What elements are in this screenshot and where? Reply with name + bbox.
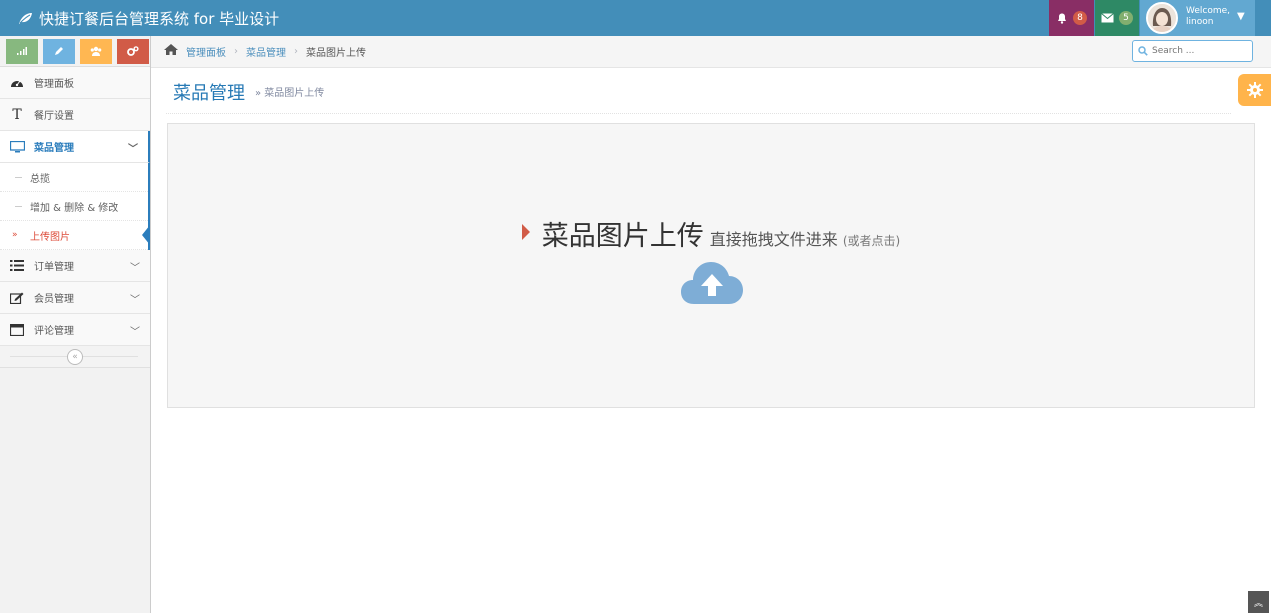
avatar xyxy=(1146,2,1178,34)
sidebar-item-label: 餐厅设置 xyxy=(34,111,74,122)
shortcut-cogs-button[interactable] xyxy=(117,38,149,64)
text-icon: T xyxy=(12,106,22,123)
search-icon xyxy=(1138,46,1148,56)
page-title: 菜品管理 xyxy=(173,82,245,104)
sidebar-subitem-upload-images[interactable]: » 上传图片 xyxy=(0,221,150,250)
caret-down-icon: ▼ xyxy=(1237,11,1245,22)
sidebar-subitem-label: 上传图片 xyxy=(30,231,70,243)
chevron-down-icon: ﹀ xyxy=(128,144,138,155)
user-menu-button[interactable]: Welcome, linoon ▼ xyxy=(1140,0,1255,36)
dropzone-hint: 直接拖拽文件进来 xyxy=(709,230,838,249)
gear-icon xyxy=(1246,82,1263,98)
sidebar-item-restaurant-settings[interactable]: T 餐厅设置 xyxy=(0,99,150,131)
shortcut-group-button[interactable] xyxy=(80,38,112,64)
chevron-right-icon: › xyxy=(294,46,298,57)
sidebar-item-label: 评论管理 xyxy=(34,326,74,337)
leaf-icon xyxy=(19,12,32,24)
sidebar-subitem-add-delete-edit[interactable]: 增加 & 删除 & 修改 xyxy=(0,192,148,221)
sidebar-item-orders[interactable]: 订单管理 ﹀ xyxy=(0,250,150,282)
double-angle-right-icon: » xyxy=(12,230,18,240)
user-name: linoon xyxy=(1186,17,1214,27)
chevron-down-icon: ﹀ xyxy=(130,295,140,306)
signal-icon xyxy=(17,47,27,55)
sidebar-subitem-label: 总揽 xyxy=(30,173,50,185)
sidebar-collapse: « xyxy=(0,346,150,368)
breadcrumb-home-link[interactable]: 管理面板 xyxy=(186,44,226,59)
double-angle-up-icon: ︽ xyxy=(1253,598,1263,609)
messages-count-badge: 5 xyxy=(1119,11,1133,25)
user-info: Welcome, linoon xyxy=(1186,6,1230,28)
desktop-icon xyxy=(0,140,34,153)
cogs-icon xyxy=(127,46,139,56)
sidebar-item-dishes[interactable]: 菜品管理 ﹀ xyxy=(0,131,150,163)
image-upload-dropzone[interactable]: 菜品图片上传 直接拖拽文件进来 (或者点击) xyxy=(167,123,1255,408)
brand[interactable]: 快捷订餐后台管理系统 for 毕业设计 xyxy=(18,0,279,36)
search-box xyxy=(1132,40,1253,62)
sidebar-shortcuts xyxy=(0,36,150,67)
list-icon xyxy=(0,260,34,271)
pencil-icon xyxy=(55,47,63,55)
notifications-button[interactable]: 8 xyxy=(1049,0,1094,36)
breadcrumb-current: 菜品图片上传 xyxy=(306,48,366,59)
chevron-down-icon: ﹀ xyxy=(130,263,140,274)
bell-icon xyxy=(1058,13,1066,24)
messages-button[interactable]: 5 xyxy=(1095,0,1139,36)
top-navbar: 快捷订餐后台管理系统 for 毕业设计 8 5 Welcome, linoon xyxy=(0,0,1271,36)
home-icon[interactable] xyxy=(164,44,178,59)
app-title: 快捷订餐后台管理系统 for 毕业设计 xyxy=(39,9,280,28)
dropzone-title: 菜品图片上传 xyxy=(541,221,704,252)
calendar-icon xyxy=(0,323,34,336)
dropzone-alt-hint: (或者点击) xyxy=(842,234,901,248)
sidebar-item-dashboard[interactable]: 管理面板 xyxy=(0,67,150,99)
sidebar-collapse-button[interactable]: « xyxy=(67,349,83,365)
page-header: 菜品管理 » 菜品图片上传 xyxy=(166,70,1231,114)
breadcrumb: 管理面板 › 菜品管理 › 菜品图片上传 xyxy=(151,36,1271,68)
breadcrumb-section-link[interactable]: 菜品管理 xyxy=(246,44,286,59)
sidebar-subitem-label: 增加 & 删除 & 修改 xyxy=(30,202,119,214)
active-pointer-icon xyxy=(142,225,150,245)
group-icon xyxy=(90,46,102,56)
dashboard-icon xyxy=(0,77,34,88)
settings-toggle-button[interactable] xyxy=(1238,74,1271,106)
envelope-icon xyxy=(1101,13,1114,23)
sidebar-item-label: 菜品管理 xyxy=(34,143,74,154)
chevron-right-icon: › xyxy=(234,46,238,57)
shortcut-pencil-button[interactable] xyxy=(43,38,75,64)
edit-icon xyxy=(0,292,34,304)
chevron-down-icon: ﹀ xyxy=(130,327,140,338)
sidebar-item-label: 会员管理 xyxy=(34,294,74,305)
sidebar: 管理面板 T 餐厅设置 菜品管理 ﹀ 总揽 增加 & 删除 & 修改 » 上传图… xyxy=(0,36,151,613)
search-input[interactable] xyxy=(1152,46,1247,56)
caret-right-icon xyxy=(521,224,530,240)
notifications-count-badge: 8 xyxy=(1073,11,1087,25)
sidebar-subitem-overview[interactable]: 总揽 xyxy=(0,163,148,192)
sidebar-submenu-dishes: 总揽 增加 & 删除 & 修改 » 上传图片 xyxy=(0,163,150,250)
sidebar-item-members[interactable]: 会员管理 ﹀ xyxy=(0,282,150,314)
page-subtitle: » 菜品图片上传 xyxy=(255,88,325,99)
back-to-top-button[interactable]: ︽ xyxy=(1248,591,1269,613)
welcome-text: Welcome, xyxy=(1186,6,1231,16)
dropzone-message: 菜品图片上传 直接拖拽文件进来 (或者点击) xyxy=(168,214,1254,253)
sidebar-item-label: 订单管理 xyxy=(34,262,74,273)
cloud-upload-icon xyxy=(681,262,743,304)
sidebar-item-comments[interactable]: 评论管理 ﹀ xyxy=(0,314,150,346)
sidebar-item-label: 管理面板 xyxy=(34,79,74,90)
shortcut-signal-button[interactable] xyxy=(6,38,38,64)
